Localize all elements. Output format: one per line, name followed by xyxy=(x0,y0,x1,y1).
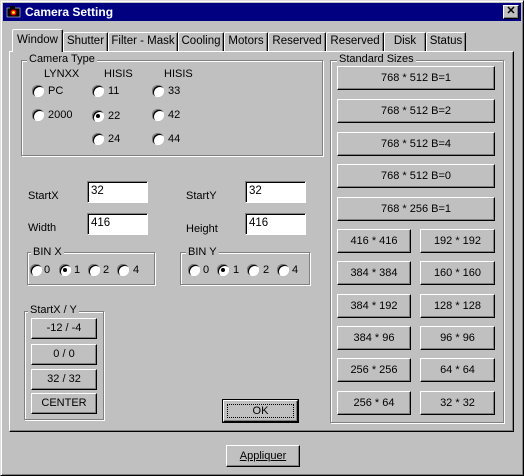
title-bar[interactable]: Camera Setting ✕ xyxy=(3,3,521,21)
tab-label: Shutter xyxy=(66,35,105,47)
tab-disk[interactable]: Disk xyxy=(384,32,426,51)
size-384x384-button[interactable]: 384 * 384 xyxy=(337,261,411,285)
radio-bin-y-0[interactable] xyxy=(188,264,200,276)
tab-label: Status xyxy=(429,35,463,47)
tab-cooling[interactable]: Cooling xyxy=(178,32,224,51)
starty-input[interactable]: 32 xyxy=(245,181,306,203)
standard-sizes-label: Standard Sizes xyxy=(337,53,416,65)
height-label: Height xyxy=(186,223,218,235)
radio-bin-y-4[interactable] xyxy=(277,264,289,276)
tab-label: Window xyxy=(17,34,58,46)
col-header-lynxx: LYNXX xyxy=(44,68,80,80)
size-768x512-b2-button[interactable]: 768 * 512 B=2 xyxy=(337,99,495,123)
start-32-button[interactable]: 32 / 32 xyxy=(31,369,97,390)
radio-camera-pc[interactable] xyxy=(32,85,44,97)
starty-label: StartY xyxy=(186,190,217,202)
radio-bin-x-1[interactable] xyxy=(59,264,71,276)
radio-bin-y-2[interactable] xyxy=(247,264,259,276)
tab-label: Reserved xyxy=(272,35,322,47)
col-header-hisis: HISIS xyxy=(104,68,133,80)
ok-button[interactable]: OK xyxy=(222,399,299,423)
size-128x128-button[interactable]: 128 * 128 xyxy=(420,294,495,318)
size-768x512-b1-button[interactable]: 768 * 512 B=1 xyxy=(337,66,495,90)
radio-camera-22[interactable] xyxy=(92,110,104,122)
window-title: Camera Setting xyxy=(25,5,114,19)
size-96x96-button[interactable]: 96 * 96 xyxy=(420,326,495,350)
startx-input[interactable]: 32 xyxy=(87,181,148,203)
width-label: Width xyxy=(28,222,57,234)
radio-label: 2000 xyxy=(48,109,73,121)
size-416x416-button[interactable]: 416 * 416 xyxy=(337,229,411,253)
size-384x96-button[interactable]: 384 * 96 xyxy=(337,326,411,350)
radio-label: PC xyxy=(48,85,64,97)
startx-label: StartX xyxy=(28,190,59,202)
bin-y-label: BIN Y xyxy=(186,246,219,258)
size-160x160-button[interactable]: 160 * 160 xyxy=(420,261,495,285)
radio-label: 4 xyxy=(133,264,140,276)
tab-reserved-2[interactable]: Reserved xyxy=(326,32,384,51)
radio-label: 2 xyxy=(103,264,110,276)
tab-label: Cooling xyxy=(181,35,221,47)
radio-bin-x-2[interactable] xyxy=(88,264,100,276)
tab-status[interactable]: Status xyxy=(426,32,466,51)
size-768x512-b0-button[interactable]: 768 * 512 B=0 xyxy=(337,164,495,188)
size-256x64-button[interactable]: 256 * 64 xyxy=(337,391,411,415)
radio-camera-33[interactable] xyxy=(152,85,164,97)
radio-label: 0 xyxy=(203,264,210,276)
radio-label: 33 xyxy=(168,85,181,97)
close-icon: ✕ xyxy=(506,5,516,17)
radio-label: 0 xyxy=(44,264,51,276)
radio-camera-24[interactable] xyxy=(92,133,104,145)
bin-x-label: BIN X xyxy=(31,246,64,258)
tab-label: Disk xyxy=(393,35,417,47)
tab-label: Reserved xyxy=(330,35,380,47)
tab-window[interactable]: Window xyxy=(12,29,63,52)
radio-label: 22 xyxy=(108,110,121,122)
size-32x32-button[interactable]: 32 * 32 xyxy=(420,391,495,415)
size-768x256-b1-button[interactable]: 768 * 256 B=1 xyxy=(337,197,495,221)
radio-bin-x-4[interactable] xyxy=(117,264,129,276)
radio-bin-x-0[interactable] xyxy=(30,264,42,276)
start-offset-button[interactable]: -12 / -4 xyxy=(31,318,97,339)
size-256x256-button[interactable]: 256 * 256 xyxy=(337,358,411,382)
radio-label: 24 xyxy=(108,133,121,145)
tab-motors[interactable]: Motors xyxy=(224,32,268,51)
size-192x192-button[interactable]: 192 * 192 xyxy=(420,229,495,253)
radio-label: 44 xyxy=(168,133,181,145)
start-zero-button[interactable]: 0 / 0 xyxy=(31,344,97,365)
col-header-hisis: HISIS xyxy=(164,68,193,80)
camera-type-label: Camera Type xyxy=(27,53,97,65)
radio-label: 2 xyxy=(263,264,270,276)
tab-reserved-1[interactable]: Reserved xyxy=(268,32,326,51)
radio-camera-11[interactable] xyxy=(92,85,104,97)
tab-label: Motors xyxy=(228,35,264,47)
radio-camera-44[interactable] xyxy=(152,133,164,145)
height-input[interactable]: 416 xyxy=(245,213,306,235)
tab-shutter[interactable]: Shutter xyxy=(63,32,108,51)
close-button[interactable]: ✕ xyxy=(503,5,519,19)
width-input[interactable]: 416 xyxy=(87,213,148,235)
apply-button[interactable]: Appliquer xyxy=(226,445,300,467)
radio-label: 1 xyxy=(74,264,81,276)
radio-label: 11 xyxy=(108,85,120,97)
radio-label: 4 xyxy=(292,264,299,276)
radio-bin-y-1[interactable] xyxy=(217,264,229,276)
radio-camera-2000[interactable] xyxy=(32,109,44,121)
radio-label: 1 xyxy=(233,264,240,276)
size-64x64-button[interactable]: 64 * 64 xyxy=(420,358,495,382)
tab-filter-mask[interactable]: Filter - Mask xyxy=(108,32,178,51)
camera-icon xyxy=(6,4,22,20)
size-768x512-b4-button[interactable]: 768 * 512 B=4 xyxy=(337,132,495,156)
radio-camera-42[interactable] xyxy=(152,109,164,121)
startxy-label: StartX / Y xyxy=(28,304,79,316)
radio-label: 42 xyxy=(168,109,181,121)
center-button[interactable]: CENTER xyxy=(31,393,97,414)
tab-label: Filter - Mask xyxy=(111,35,175,47)
size-384x192-button[interactable]: 384 * 192 xyxy=(337,294,411,318)
apply-label: Appliquer xyxy=(239,450,287,462)
focus-rect xyxy=(227,404,294,418)
